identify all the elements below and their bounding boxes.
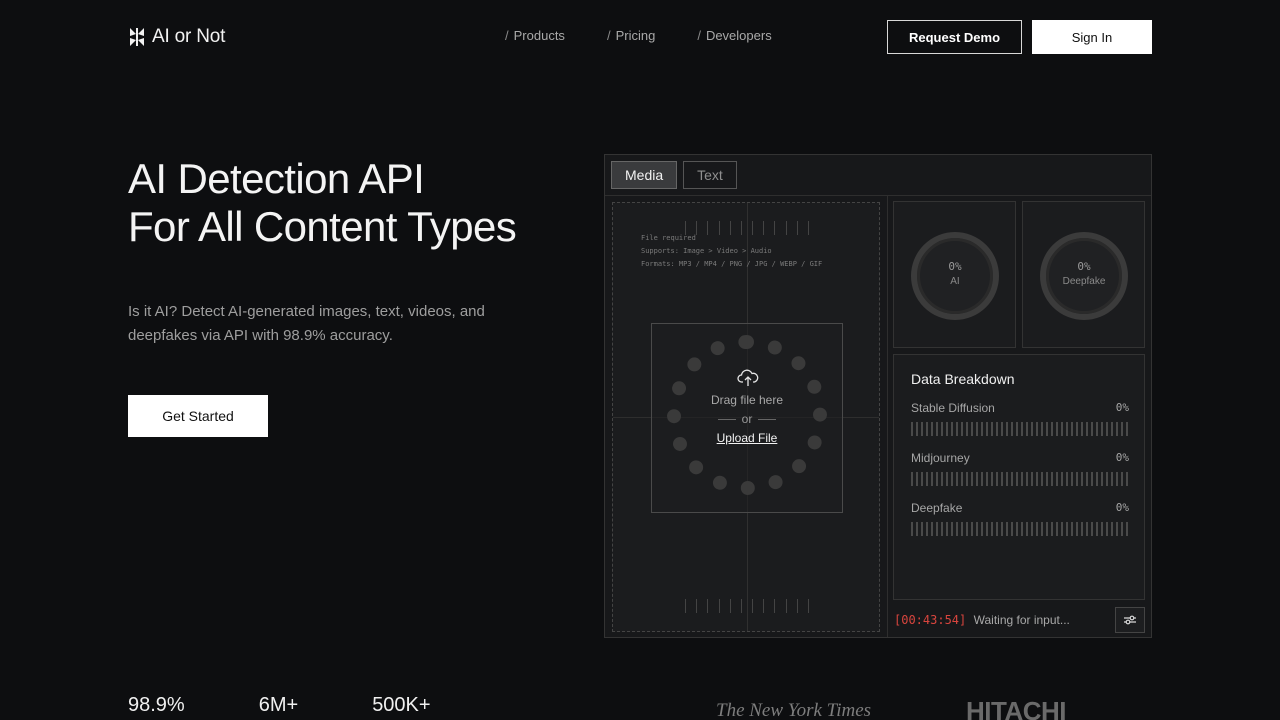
hero-subtitle: Is it AI? Detect AI-generated images, te… (128, 303, 485, 344)
deepfake-gauge: 0% Deepfake (1040, 232, 1128, 320)
sign-in-button[interactable]: Sign In (1032, 20, 1152, 54)
tab-divider (605, 195, 1151, 196)
get-started-button[interactable]: Get Started (128, 395, 268, 437)
request-demo-button[interactable]: Request Demo (887, 20, 1022, 54)
logo-mark-icon (130, 28, 144, 46)
cloud-upload-icon (737, 369, 759, 386)
logo[interactable]: AI or Not (128, 26, 225, 48)
nav-link-label: Products (513, 28, 565, 43)
breakdown-row-midjourney: Midjourney 0% (911, 451, 1129, 486)
formats-text: Formats: MP3 / MP4 / PNG / JPG / WEBP / … (641, 260, 823, 268)
logo-text: AI or Not (152, 26, 226, 47)
breakdown-bar (911, 522, 1129, 536)
ai-score-label: AI (950, 276, 960, 287)
deepfake-score-label: Deepfake (1062, 276, 1106, 287)
press-logo-nyt: The New York Times (716, 700, 872, 720)
nav-link-label: Developers (705, 28, 772, 43)
breakdown-row-name: Deepfake (911, 501, 963, 515)
breakdown-row-stable-diffusion: Stable Diffusion 0% (911, 401, 1129, 436)
detection-panel: Media Text File required Supports: Image… (604, 154, 1152, 638)
supports-text: Supports: Image > Video > Audio (641, 247, 772, 255)
nav-link-label: Pricing (615, 28, 656, 43)
stat-count: 500K+ (372, 694, 431, 716)
status-line: [00:43:54] Waiting for input... (894, 613, 1070, 627)
tab-media[interactable]: Media (611, 161, 678, 189)
nav-link-pricing[interactable]: / Pricing (607, 28, 655, 43)
or-separator: or (613, 412, 879, 426)
nav-link-products[interactable]: / Products (505, 28, 565, 43)
top-navigation: AI or Not / Products / Pricing / Developers… (0, 0, 1280, 72)
breakdown-title: Data Breakdown (911, 371, 1015, 387)
hero-title-line2: For All Content Types (128, 203, 517, 250)
breakdown-row-deepfake: Deepfake 0% (911, 501, 1129, 536)
ruler-bottom (685, 599, 809, 613)
file-required-text: File required (641, 234, 696, 242)
deepfake-score-card: 0% Deepfake (1022, 201, 1145, 348)
status-timestamp: [00:43:54] (894, 613, 967, 627)
breakdown-row-pct: 0% (1115, 401, 1129, 414)
breakdown-bar (911, 472, 1129, 486)
deepfake-score-value: 0% (1077, 260, 1091, 273)
hero-title-line1: AI Detection API (128, 155, 425, 202)
ai-score-card: 0% AI (893, 201, 1016, 348)
drag-file-text: Drag file here (710, 393, 784, 407)
stat-accuracy: 98.9% (128, 694, 185, 716)
press-logo-hitachi: HITACHI (966, 696, 1067, 720)
stats-row: 98.9% 6M+ 500K+ (128, 694, 505, 717)
hero-title: AI Detection API For All Content Types (128, 155, 588, 251)
nav-links: / Products / Pricing / Developers (505, 28, 814, 43)
status-message: Waiting for input... (973, 613, 1070, 627)
file-requirements: File required Supports: Image > Video > … (641, 232, 822, 271)
breakdown-row-pct: 0% (1115, 451, 1129, 464)
breakdown-bar (911, 422, 1129, 436)
data-breakdown-card: Data Breakdown Stable Diffusion 0% Midjo… (893, 354, 1145, 600)
breakdown-row-name: Midjourney (911, 451, 970, 465)
panel-divider (887, 195, 888, 637)
tab-text[interactable]: Text (683, 161, 737, 189)
stat-users: 6M+ (258, 694, 299, 716)
upload-file-link[interactable]: Upload File (613, 431, 879, 445)
breakdown-row-name: Stable Diffusion (911, 401, 995, 415)
upload-dropzone[interactable]: File required Supports: Image > Video > … (612, 202, 880, 632)
breakdown-row-pct: 0% (1115, 501, 1129, 514)
ai-score-value: 0% (948, 260, 962, 273)
media-type-tabs: Media Text (611, 161, 737, 189)
nav-link-developers[interactable]: / Developers (697, 28, 771, 43)
ai-gauge: 0% AI (911, 232, 999, 320)
sliders-icon (1124, 615, 1136, 625)
settings-button[interactable] (1115, 607, 1145, 633)
